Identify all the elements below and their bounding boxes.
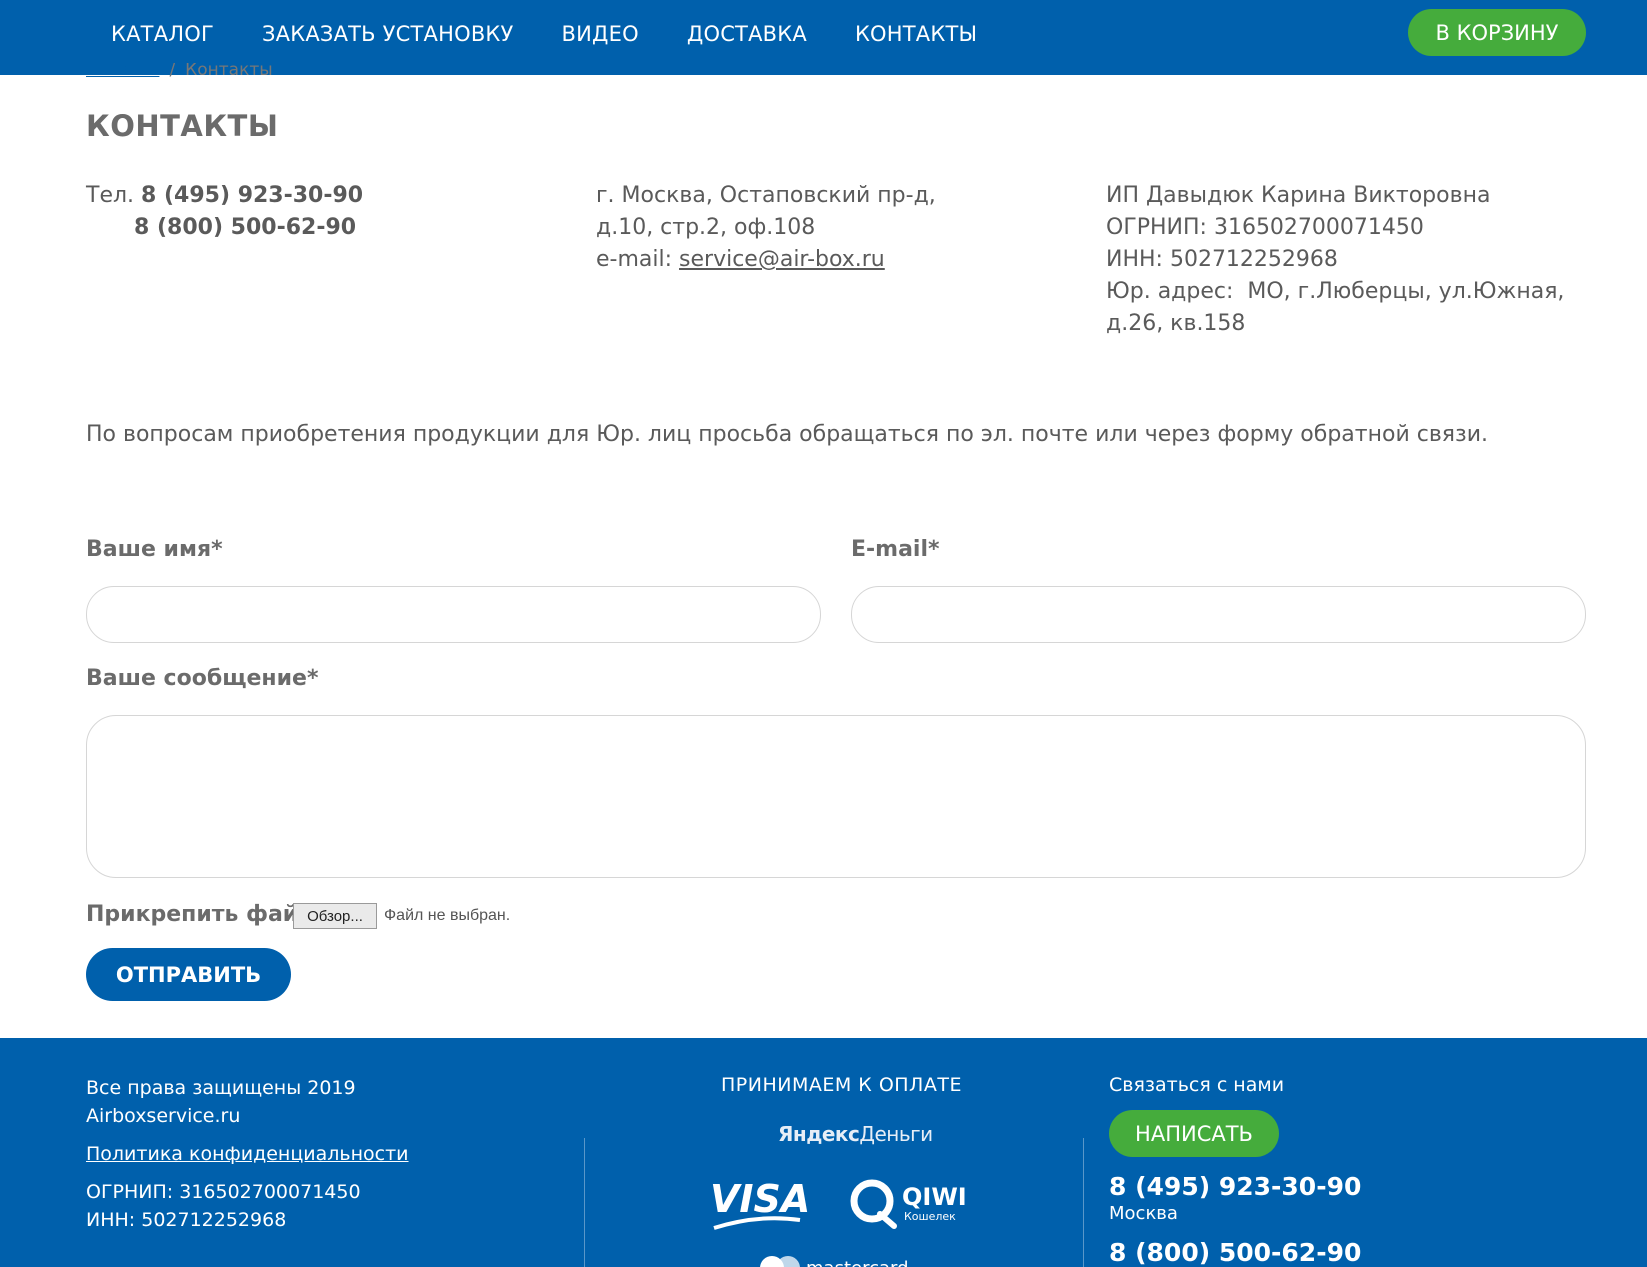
visa-logo: VISA <box>710 1177 808 1230</box>
qiwi-logo-text: QIWI <box>902 1183 967 1211</box>
message-label: Ваше сообщение* <box>86 666 319 691</box>
address-line-1: г. Москва, Остаповский пр-д, <box>596 183 936 208</box>
visa-logo-text: VISA <box>710 1177 808 1221</box>
qiwi-logo-subtext: Кошелек <box>904 1210 956 1223</box>
breadcrumb-home[interactable]: Главная <box>86 63 159 77</box>
page-title: КОНТАКТЫ <box>86 109 279 143</box>
company-name: ИП Давыдюк Карина Викторовна <box>1106 183 1491 208</box>
submit-button[interactable]: ОТПРАВИТЬ <box>86 948 291 1001</box>
legal-entities-notice: По вопросам приобретения продукции для Ю… <box>86 422 1489 447</box>
footer-divider-left <box>584 1138 585 1267</box>
payment-title: ПРИНИМАЕМ К ОПЛАТЕ <box>721 1074 962 1096</box>
legal-address-line-2: д.26, кв.158 <box>1106 311 1246 336</box>
qiwi-logo: QIWI Кошелек <box>850 1179 967 1229</box>
write-button[interactable]: НАПИСАТЬ <box>1109 1110 1279 1157</box>
breadcrumb: Главная / Контакты <box>86 63 273 77</box>
company-ogrnip: ОГРНИП: 316502700071450 <box>1106 215 1424 240</box>
footer-city: Москва <box>1109 1203 1178 1224</box>
email-field-label: E-mail* <box>851 537 940 562</box>
breadcrumb-current: Контакты <box>185 63 273 77</box>
yandex-logo-part-2: Деньги <box>859 1122 933 1146</box>
nav-order-install[interactable]: ЗАКАЗАТЬ УСТАНОВКУ <box>262 22 514 46</box>
nav-catalog[interactable]: КАТАЛОГ <box>111 22 214 46</box>
footer-phone-1[interactable]: 8 (495) 923-30-90 <box>1109 1172 1361 1201</box>
cart-button[interactable]: В КОРЗИНУ <box>1408 9 1586 56</box>
footer-site: Airboxservice.ru <box>86 1105 241 1127</box>
email-label: e-mail: <box>596 247 673 272</box>
phone-2[interactable]: 8 (800) 500-62-90 <box>134 215 356 240</box>
footer-legal: Все права защищены 2019 Airboxservice.ru… <box>86 1074 409 1234</box>
yandex-money-logo: ЯндексДеньги <box>778 1122 933 1146</box>
message-textarea[interactable] <box>86 715 1586 878</box>
footer-phone-2[interactable]: 8 (800) 500-62-90 <box>1109 1238 1361 1267</box>
name-input[interactable] <box>86 586 821 643</box>
breadcrumb-separator: / <box>169 63 176 77</box>
company-inn: ИНН: 502712252968 <box>1106 247 1338 272</box>
phone-prefix: Тел. <box>86 183 135 208</box>
footer-inn: ИНН: 502712252968 <box>86 1209 287 1231</box>
footer: Все права защищены 2019 Airboxservice.ru… <box>0 1038 1647 1267</box>
footer-rights: Все права защищены 2019 <box>86 1077 356 1099</box>
address-line-2: д.10, стр.2, оф.108 <box>596 215 816 240</box>
legal-address-line-1: Юр. адрес: МО, г.Люберцы, ул.Южная, <box>1106 279 1565 304</box>
mastercard-logo-text: mastercard <box>806 1258 909 1267</box>
name-label: Ваше имя* <box>86 537 223 562</box>
attach-file-label: Прикрепить файл <box>86 902 315 927</box>
nav-delivery[interactable]: ДОСТАВКА <box>687 22 807 46</box>
mastercard-logo: mastercard <box>760 1256 909 1267</box>
privacy-policy-link[interactable]: Политика конфиденциальности <box>86 1140 409 1168</box>
phone-block: Тел. 8 (495) 923-30-90 8 (800) 500-62-90 <box>86 180 363 244</box>
phone-1[interactable]: 8 (495) 923-30-90 <box>141 183 363 208</box>
address-block: г. Москва, Остаповский пр-д, д.10, стр.2… <box>596 180 936 276</box>
yandex-logo-part-1: Яндекс <box>778 1122 860 1146</box>
file-status-text: Файл не выбран. <box>384 907 511 924</box>
nav-contacts[interactable]: КОНТАКТЫ <box>855 22 977 46</box>
email-link[interactable]: service@air-box.ru <box>679 247 885 272</box>
footer-contact-title: Связаться с нами <box>1109 1074 1285 1096</box>
footer-ogrnip: ОГРНИП: 316502700071450 <box>86 1181 361 1203</box>
main-nav: КАТАЛОГ ЗАКАЗАТЬ УСТАНОВКУ ВИДЕО ДОСТАВК… <box>111 22 1025 46</box>
browse-file-button[interactable]: Обзор... <box>293 903 377 929</box>
company-block: ИП Давыдюк Карина Викторовна ОГРНИП: 316… <box>1106 180 1564 340</box>
footer-divider-right <box>1083 1138 1084 1267</box>
email-input[interactable] <box>851 586 1586 643</box>
nav-video[interactable]: ВИДЕО <box>562 22 639 46</box>
